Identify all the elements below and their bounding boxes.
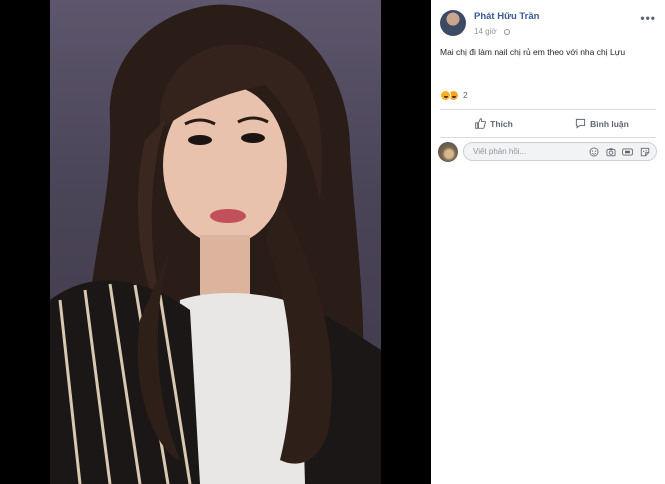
- camera-icon[interactable]: [605, 146, 616, 157]
- post-photo[interactable]: [50, 0, 381, 484]
- author-name[interactable]: Phát Hữu Trần: [474, 11, 539, 22]
- photo-viewer: [0, 0, 431, 484]
- gif-icon[interactable]: [622, 146, 633, 157]
- comment-composer: [438, 141, 658, 163]
- emoji-icon[interactable]: [588, 146, 599, 157]
- divider: [440, 137, 656, 138]
- post-text: Mai chị đi làm nail chị rủ em theo với n…: [440, 47, 626, 57]
- author-avatar[interactable]: [440, 10, 466, 36]
- comment-input[interactable]: [473, 143, 583, 160]
- comment-button[interactable]: Bình luận: [548, 111, 656, 136]
- post-header: Phát Hữu Trần 14 giờ •••: [440, 9, 656, 39]
- post-sidebar: Phát Hữu Trần 14 giờ ••• Mai chị đi làm …: [431, 0, 665, 484]
- divider: [440, 109, 656, 110]
- like-button[interactable]: Thích: [440, 111, 548, 136]
- comment-label: Bình luận: [590, 118, 629, 129]
- reaction-count: 2: [463, 90, 468, 100]
- comment-box[interactable]: [463, 142, 657, 161]
- more-options-icon[interactable]: •••: [640, 12, 656, 24]
- comment-tools: [588, 146, 650, 157]
- thumbs-up-icon: [475, 118, 487, 129]
- post-time[interactable]: 14 giờ: [474, 27, 497, 36]
- haha-icon: [440, 89, 451, 101]
- globe-icon: [504, 29, 510, 35]
- viewer-avatar: [438, 142, 458, 162]
- like-label: Thích: [490, 118, 513, 129]
- sticker-icon[interactable]: [639, 146, 650, 157]
- post-actions: Thích Bình luận: [440, 111, 656, 136]
- comment-icon: [576, 118, 586, 129]
- reactions-summary[interactable]: 2: [440, 88, 468, 102]
